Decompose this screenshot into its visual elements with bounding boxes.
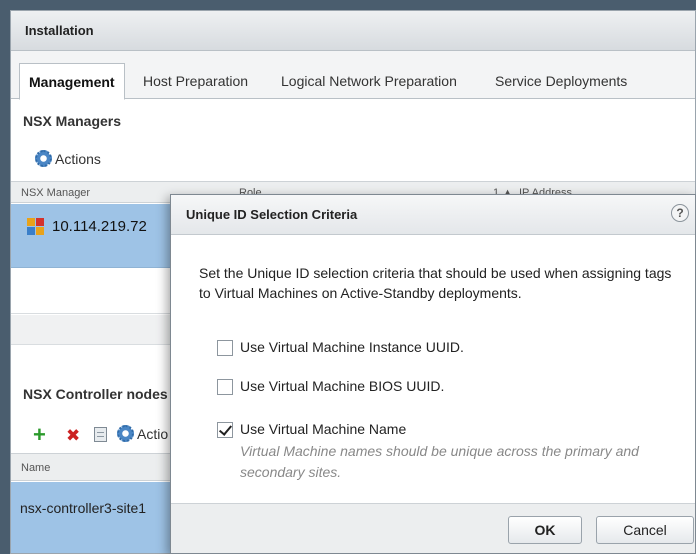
gear-icon: [117, 425, 134, 442]
managers-actions-label: Actions: [55, 150, 101, 167]
panel-title: Installation: [11, 11, 695, 51]
dialog-description: Set the Unique ID selection criteria tha…: [199, 265, 672, 301]
help-icon[interactable]: ?: [671, 204, 689, 222]
gear-icon: [35, 150, 52, 167]
controller-name: nsx-controller3-site1: [20, 500, 147, 516]
option-bios-uuid-label: Use Virtual Machine BIOS UUID.: [240, 378, 445, 394]
unique-id-dialog: Unique ID Selection Criteria ? Set the U…: [170, 194, 696, 554]
nsx-manager-icon: [27, 218, 44, 235]
ok-button[interactable]: OK: [508, 516, 582, 544]
controllers-actions-label: Actio: [137, 425, 169, 442]
tab-host-preparation[interactable]: Host Preparation: [143, 63, 248, 99]
delete-icon[interactable]: ✖: [66, 427, 80, 444]
vm-name-note: Virtual Machine names should be unique a…: [240, 443, 639, 480]
cancel-button[interactable]: Cancel: [596, 516, 694, 544]
dialog-title: Unique ID Selection Criteria: [171, 195, 695, 235]
col-name[interactable]: Name: [21, 462, 50, 474]
option-instance-uuid-label: Use Virtual Machine Instance UUID.: [240, 339, 464, 355]
manager-ip: 10.114.219.72: [52, 218, 147, 235]
vm-name-checkbox[interactable]: [217, 422, 233, 438]
nsx-managers-title: NSX Managers: [23, 113, 122, 129]
col-nsx-manager[interactable]: NSX Manager: [21, 187, 90, 199]
bios-uuid-checkbox[interactable]: [217, 379, 233, 395]
dialog-footer: OK Cancel: [171, 503, 695, 553]
option-vm-name-label: Use Virtual Machine Name: [240, 421, 407, 437]
tab-management[interactable]: Management: [19, 63, 125, 100]
controllers-actions-button[interactable]: Actio: [117, 425, 168, 442]
tab-logical-network-preparation[interactable]: Logical Network Preparation: [281, 63, 457, 99]
managers-actions-button[interactable]: Actions: [35, 150, 101, 167]
tab-bar: Management Host Preparation Logical Netw…: [11, 51, 695, 100]
instance-uuid-checkbox[interactable]: [217, 340, 233, 356]
tab-service-deployments[interactable]: Service Deployments: [495, 63, 627, 99]
nsx-controller-nodes-title: NSX Controller nodes: [23, 386, 168, 402]
option-bios-uuid[interactable]: Use Virtual Machine BIOS UUID.: [217, 378, 444, 395]
option-vm-name[interactable]: Use Virtual Machine Name: [217, 421, 406, 438]
add-icon[interactable]: +: [33, 424, 46, 446]
manager-cell: 10.114.219.72: [27, 218, 147, 235]
option-instance-uuid[interactable]: Use Virtual Machine Instance UUID.: [217, 339, 464, 356]
details-icon[interactable]: [94, 427, 107, 442]
